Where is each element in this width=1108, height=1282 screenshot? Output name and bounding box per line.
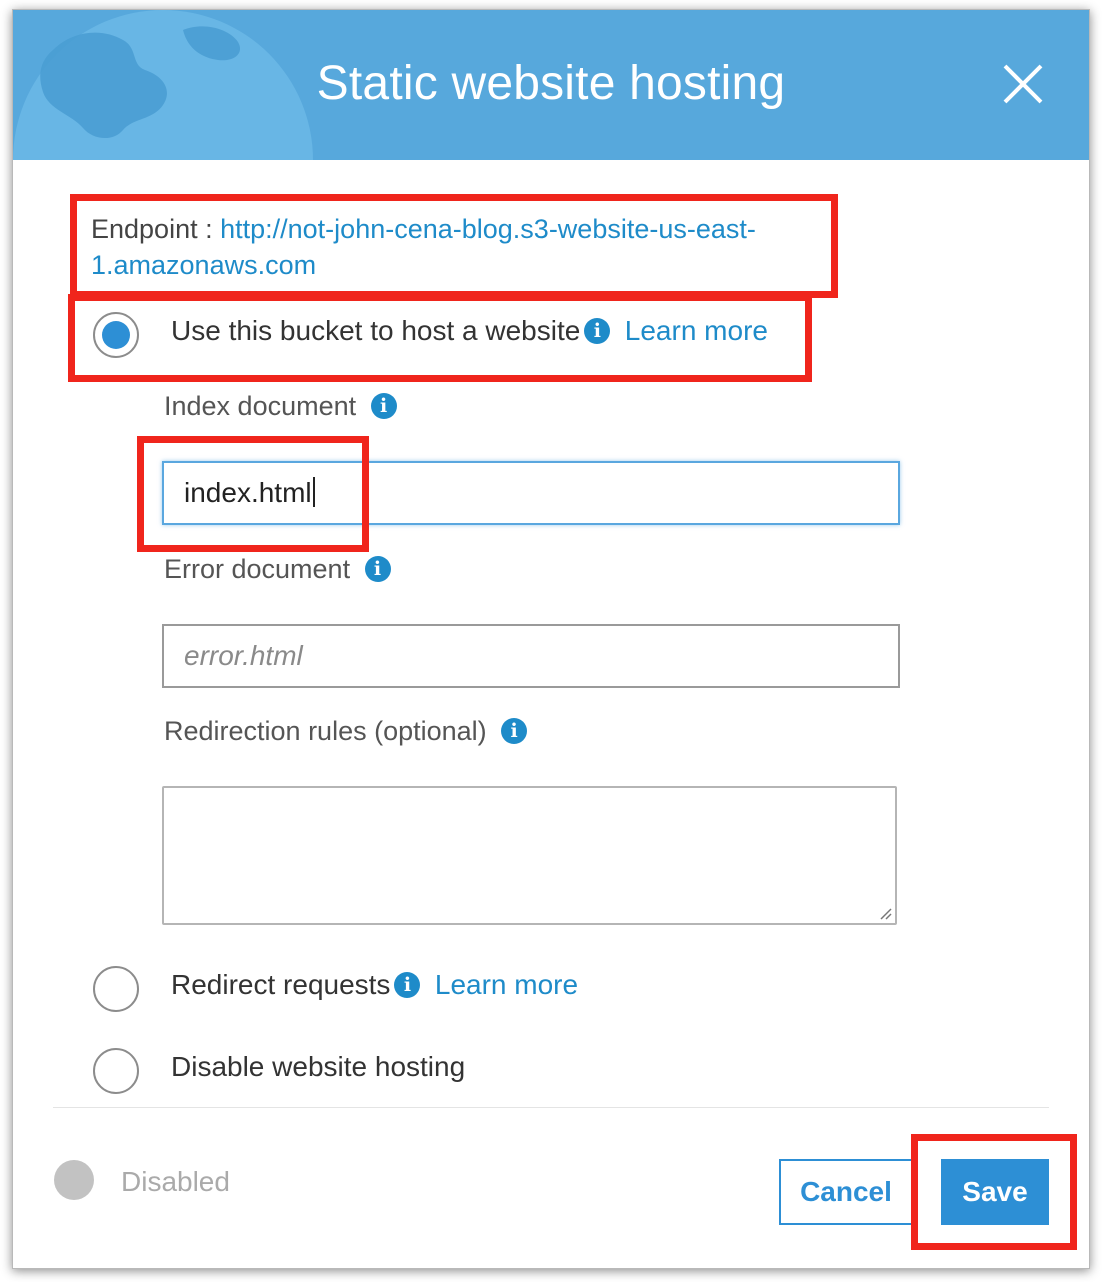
redirect-requests-radio[interactable] — [93, 966, 139, 1012]
index-document-value: index.html — [184, 477, 312, 508]
redirection-rules-textarea[interactable] — [162, 786, 897, 925]
close-icon — [1003, 64, 1043, 104]
endpoint-url-line2: 1.amazonaws.com — [91, 250, 317, 280]
info-icon[interactable]: i — [584, 318, 611, 344]
redirection-rules-field-label: Redirection rules (optional) i — [164, 716, 528, 747]
endpoint-url-line1: http://not-john-cena-blog.s3-website-us-… — [220, 214, 756, 244]
redirection-rules-label: Redirection rules (optional) — [164, 716, 487, 746]
endpoint-label: Endpoint : — [91, 214, 213, 244]
redirect-requests-option: Redirect requests i Learn more — [171, 969, 578, 1001]
status-text: Disabled — [121, 1166, 230, 1198]
error-document-input[interactable]: error.html — [162, 624, 900, 688]
status-indicator — [54, 1160, 94, 1200]
redirect-requests-label: Redirect requests — [171, 969, 391, 1000]
info-icon[interactable]: i — [370, 393, 397, 419]
disable-hosting-label: Disable website hosting — [171, 1051, 466, 1082]
error-document-field-label: Error document i — [164, 554, 391, 585]
index-document-field-label: Index document i — [164, 391, 397, 422]
text-caret — [312, 477, 315, 507]
endpoint-info: Endpoint : http://not-john-cena-blog.s3-… — [91, 211, 811, 283]
index-document-label: Index document — [164, 391, 357, 421]
redirect-requests-learn-more-link[interactable]: Learn more — [435, 969, 578, 1000]
info-icon[interactable]: i — [364, 556, 391, 582]
close-button[interactable] — [1003, 64, 1043, 104]
static-website-hosting-dialog: Static website hosting Endpoint : http:/… — [12, 9, 1090, 1269]
disable-hosting-option: Disable website hosting — [171, 1051, 465, 1083]
index-document-input[interactable]: index.html — [162, 461, 900, 525]
error-document-label: Error document — [164, 554, 351, 584]
status-label: Disabled — [121, 1166, 230, 1197]
host-website-option: Use this bucket to host a website i Learn… — [171, 315, 768, 347]
cancel-button[interactable]: Cancel — [779, 1159, 913, 1225]
save-button[interactable]: Save — [941, 1159, 1049, 1225]
disable-hosting-radio[interactable] — [93, 1048, 139, 1094]
info-icon[interactable]: i — [394, 972, 421, 998]
host-website-learn-more-link[interactable]: Learn more — [625, 315, 768, 346]
dialog-title: Static website hosting — [316, 57, 786, 110]
info-icon[interactable]: i — [501, 718, 528, 744]
host-website-radio[interactable] — [93, 312, 139, 358]
dialog-header: Static website hosting — [13, 10, 1089, 160]
host-website-label: Use this bucket to host a website — [171, 315, 581, 346]
resize-handle-icon[interactable] — [878, 906, 892, 920]
error-document-placeholder: error.html — [184, 640, 303, 671]
footer-divider — [53, 1107, 1049, 1108]
